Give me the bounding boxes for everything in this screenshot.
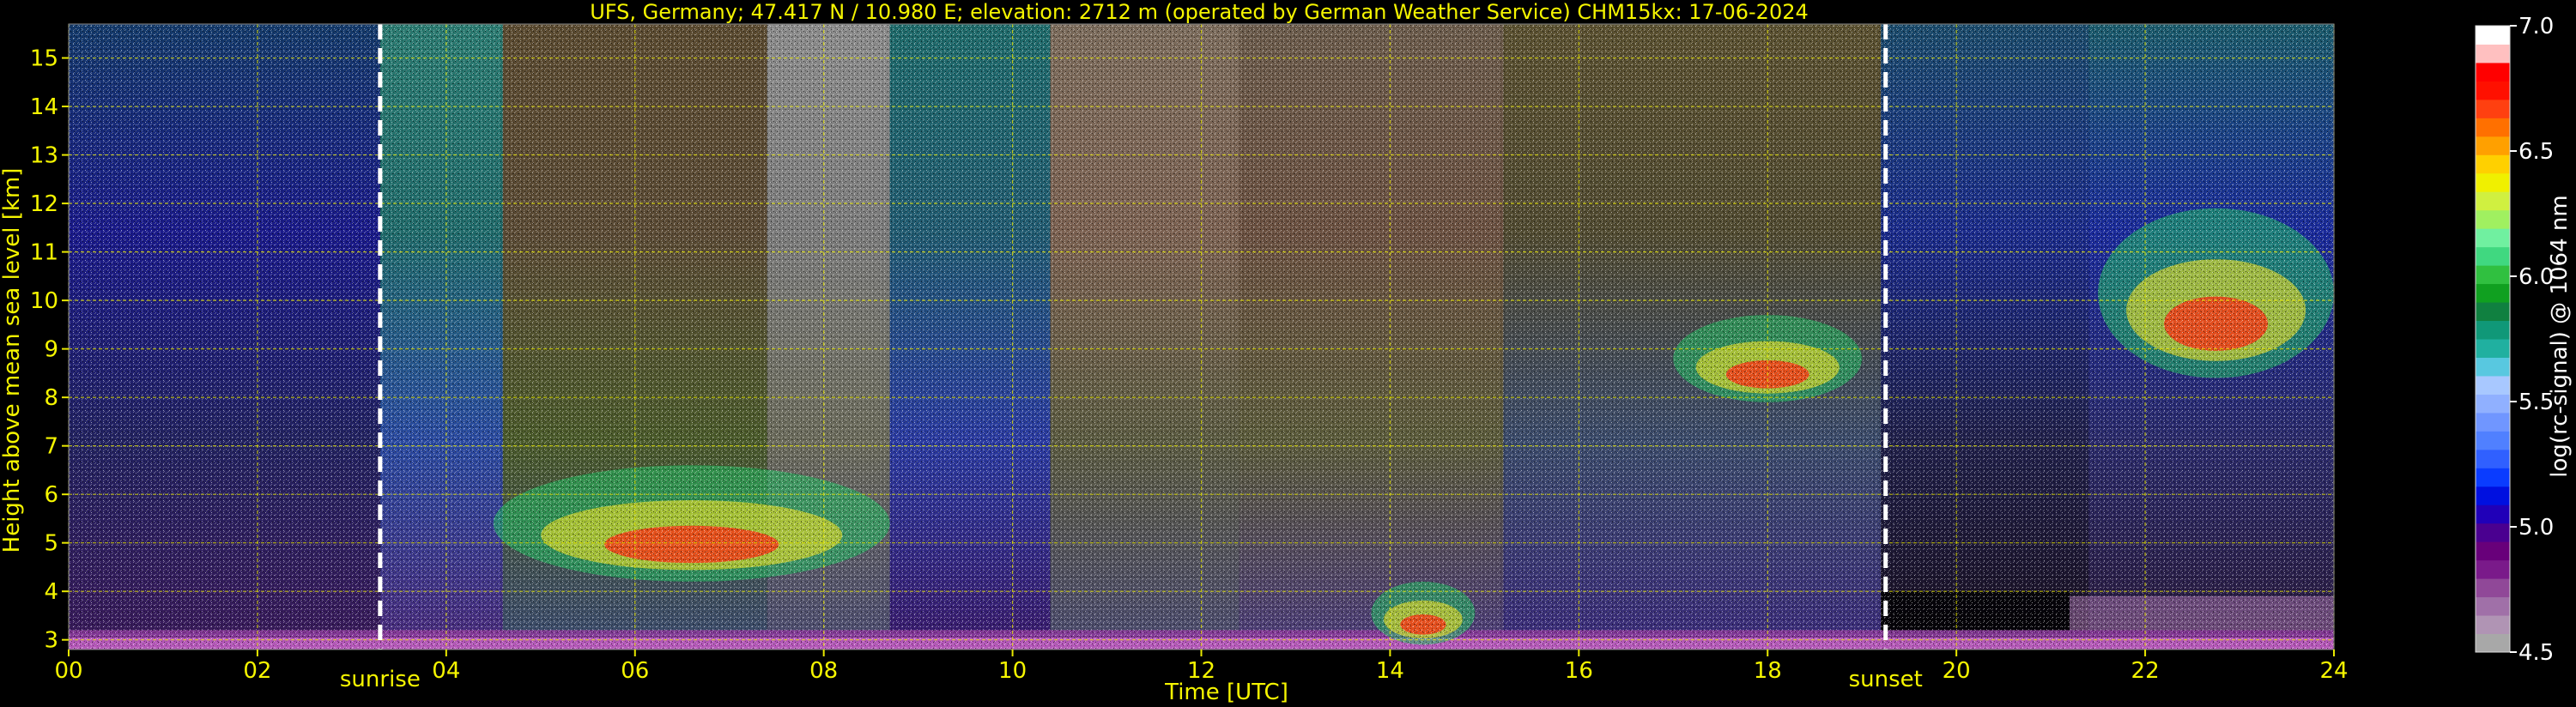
y-axis-ticks: 3 4 5 6 7 8 9 10 11 12 13 14 15 bbox=[30, 46, 69, 654]
colorbar-segment bbox=[2476, 559, 2510, 579]
colorbar-segment bbox=[2476, 486, 2510, 505]
x-tick-label: 14 bbox=[1376, 658, 1404, 684]
y-tick-label: 12 bbox=[30, 191, 58, 217]
colorbar-segment bbox=[2476, 633, 2510, 653]
y-tick-label: 13 bbox=[30, 143, 58, 169]
y-tick-label: 15 bbox=[30, 46, 58, 72]
x-tick-label: 06 bbox=[621, 658, 649, 684]
colorbar-segment bbox=[2476, 523, 2510, 542]
colorbar bbox=[2475, 25, 2511, 653]
y-axis-label: Height above mean sea level [km] bbox=[0, 168, 25, 553]
colorbar-segment bbox=[2476, 431, 2510, 450]
colorbar-segment bbox=[2476, 339, 2510, 358]
colorbar-segment bbox=[2476, 320, 2510, 340]
colorbar-segment bbox=[2476, 81, 2510, 100]
x-tick-label: 18 bbox=[1754, 658, 1782, 684]
colorbar-segment bbox=[2476, 541, 2510, 561]
y-tick-label: 5 bbox=[44, 531, 58, 557]
colorbar-tick-label: 5.0 bbox=[2518, 515, 2554, 541]
colorbar-segment bbox=[2476, 118, 2510, 137]
colorbar-segment bbox=[2476, 172, 2510, 192]
colorbar-segment bbox=[2476, 26, 2510, 45]
y-tick-label: 4 bbox=[44, 579, 58, 605]
colorbar-segment bbox=[2476, 302, 2510, 322]
y-tick-label: 10 bbox=[30, 288, 58, 314]
sunrise-label: sunrise bbox=[340, 667, 421, 692]
colorbar-segment bbox=[2476, 154, 2510, 174]
colorbar-segment bbox=[2476, 505, 2510, 524]
colorbar-segment bbox=[2476, 375, 2510, 395]
colorbar-label: log(rc-signal) @ 1064 nm bbox=[2547, 195, 2573, 477]
x-tick-label: 10 bbox=[998, 658, 1027, 684]
ceilometer-chart: sunrise sunset 00 02 04 06 08 10 12 14 16 18 20 22 24… bbox=[0, 0, 2573, 705]
colorbar-segment bbox=[2476, 357, 2510, 377]
colorbar-segment bbox=[2476, 209, 2510, 229]
colorbar-segment bbox=[2476, 44, 2510, 63]
chart-title: UFS, Germany; 47.417 N / 10.980 E; eleva… bbox=[590, 0, 1809, 24]
colorbar-segment bbox=[2476, 596, 2510, 616]
colorbar-segment bbox=[2476, 449, 2510, 468]
x-tick-label: 24 bbox=[2319, 658, 2348, 684]
colorbar-segment bbox=[2476, 136, 2510, 155]
x-tick-label: 04 bbox=[432, 658, 460, 684]
x-tick-label: 02 bbox=[243, 658, 271, 684]
colorbar-segment bbox=[2476, 62, 2510, 82]
y-tick-label: 6 bbox=[44, 482, 58, 508]
colorbar-segment bbox=[2476, 615, 2510, 635]
y-tick-label: 8 bbox=[44, 385, 58, 411]
y-tick-label: 11 bbox=[30, 240, 58, 266]
colorbar-tick-label: 4.5 bbox=[2518, 640, 2554, 666]
colorbar-segment bbox=[2476, 99, 2510, 118]
x-axis-label: Time [UTC] bbox=[1164, 680, 1288, 705]
colorbar-segment bbox=[2476, 394, 2510, 414]
x-tick-label: 22 bbox=[2131, 658, 2160, 684]
colorbar-segment bbox=[2476, 191, 2510, 211]
colorbar-segment bbox=[2476, 412, 2510, 432]
y-tick-label: 7 bbox=[44, 434, 58, 460]
y-tick-label: 9 bbox=[44, 337, 58, 363]
colorbar-segment bbox=[2476, 265, 2510, 285]
x-tick-label: 20 bbox=[1943, 658, 1971, 684]
y-tick-label: 14 bbox=[30, 94, 58, 120]
colorbar-tick-label: 6.5 bbox=[2518, 139, 2554, 165]
colorbar-segment bbox=[2476, 283, 2510, 303]
x-tick-label: 08 bbox=[809, 658, 838, 684]
x-tick-label: 16 bbox=[1565, 658, 1593, 684]
colorbar-tick-label: 7.0 bbox=[2518, 14, 2554, 39]
colorbar-segment bbox=[2476, 228, 2510, 248]
colorbar-segment bbox=[2476, 246, 2510, 266]
x-tick-label: 00 bbox=[54, 658, 82, 684]
sunset-label: sunset bbox=[1849, 667, 1923, 692]
colorbar-segment bbox=[2476, 578, 2510, 598]
colorbar-segment bbox=[2476, 468, 2510, 487]
y-tick-label: 3 bbox=[44, 628, 58, 654]
